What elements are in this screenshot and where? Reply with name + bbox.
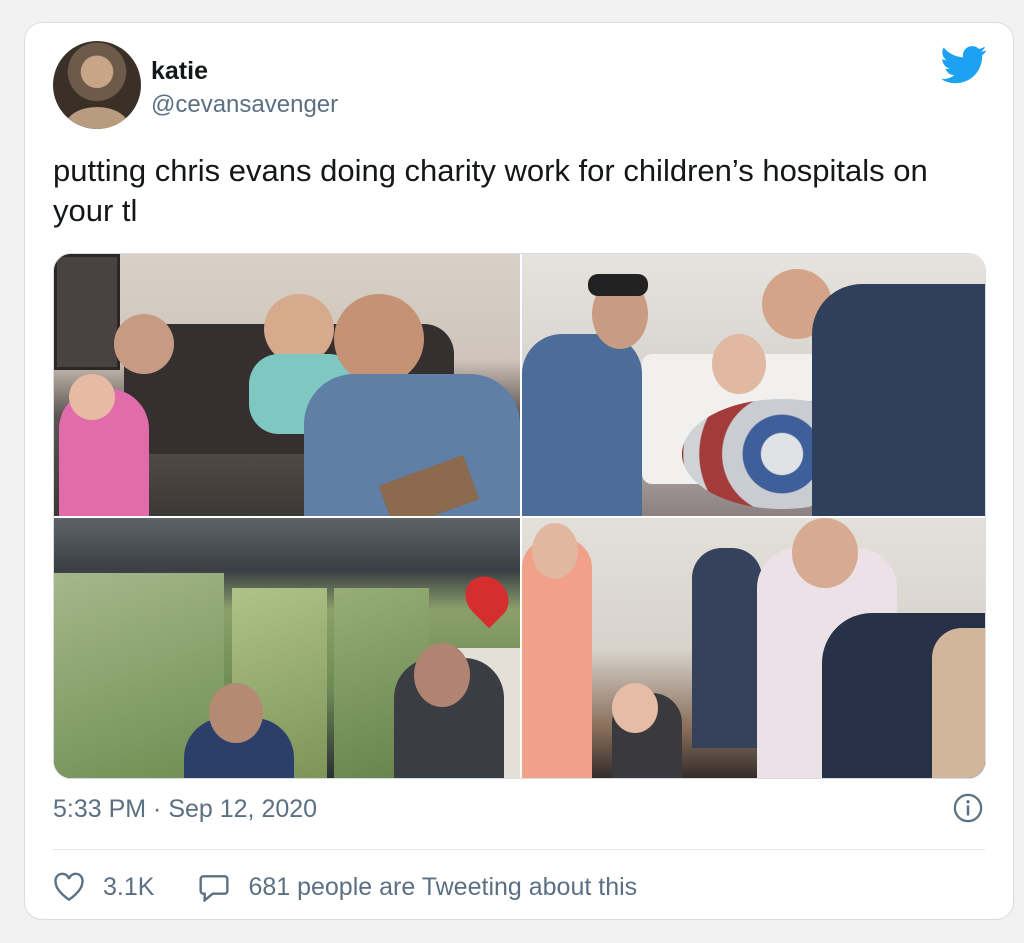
- divider: [53, 849, 985, 850]
- heart-icon[interactable]: [53, 872, 85, 902]
- tweet-card: katie @cevansavenger putting chris evans…: [24, 22, 1014, 920]
- tweet-actions: 3.1K 681 people are Tweeting about this: [53, 869, 637, 905]
- like-count[interactable]: 3.1K: [103, 873, 154, 902]
- tweet-text: putting chris evans doing charity work f…: [53, 153, 928, 228]
- photo-3[interactable]: [54, 518, 520, 778]
- tweeting-about-link[interactable]: 681 people are Tweeting about this: [248, 873, 637, 902]
- user-name[interactable]: katie: [151, 57, 208, 86]
- speech-bubble-icon[interactable]: [198, 872, 230, 902]
- photo-1[interactable]: [54, 254, 520, 516]
- tweet-timestamp[interactable]: 5:33 PM · Sep 12, 2020: [53, 795, 317, 824]
- info-icon[interactable]: [953, 793, 983, 823]
- photo-4[interactable]: [522, 518, 985, 778]
- user-handle[interactable]: @cevansavenger: [151, 91, 338, 119]
- twitter-bird-icon[interactable]: [941, 45, 987, 85]
- photo-grid[interactable]: [53, 253, 986, 779]
- photo-2[interactable]: [522, 254, 985, 516]
- avatar[interactable]: [53, 41, 141, 129]
